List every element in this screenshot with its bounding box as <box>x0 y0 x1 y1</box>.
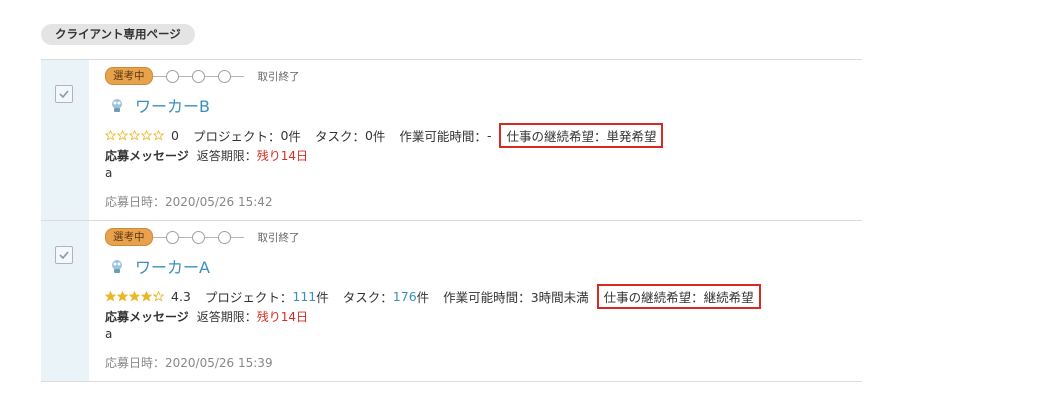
projects-label: プロジェクト： <box>192 128 281 144</box>
applied-datetime: 応募日時：2020/05/26 15:39 <box>105 354 273 371</box>
star-icon <box>141 129 152 141</box>
tasks-count: 0 <box>364 127 373 143</box>
status-badge: 選考中 <box>105 228 153 246</box>
client-only-page-label: クライアント専用ページ <box>41 24 195 45</box>
status-end-label: 取引終了 <box>257 231 300 244</box>
worker-stats: 4.3 プロジェクト： 111 件 タスク： 176 件 作業可能時間： 3時間… <box>105 283 761 309</box>
deadline-value: 残り14日 <box>256 309 309 324</box>
applied-label: 応募日時： <box>105 356 166 370</box>
star-icon <box>105 129 116 141</box>
deadline-label: 返答期限： <box>196 148 257 163</box>
worker-stats: 0 プロジェクト： 0 件 タスク： 0 件 作業可能時間： - 仕事の継続希望… <box>105 122 664 148</box>
step-connector <box>152 236 166 238</box>
worker-link[interactable]: ワーカーA <box>109 255 210 277</box>
step-circle <box>191 69 205 83</box>
step-connector <box>178 75 192 77</box>
worker-name[interactable]: ワーカーA <box>135 254 210 278</box>
status-badge: 選考中 <box>105 67 153 85</box>
available-time-label: 作業可能時間： <box>399 128 487 144</box>
applied-value: 2020/05/26 15:42 <box>165 195 273 209</box>
tasks-label: タスク： <box>342 289 393 305</box>
projects-count-link[interactable]: 111 <box>292 289 316 304</box>
step-circle <box>217 69 231 83</box>
status-steps: 選考中 取引終了 <box>105 228 300 246</box>
applied-label: 応募日時： <box>105 195 166 209</box>
select-checkbox[interactable] <box>55 246 73 264</box>
step-connector <box>230 236 244 238</box>
check-icon <box>59 251 69 260</box>
message-body: a <box>105 327 113 341</box>
rating-stars <box>105 129 165 141</box>
deadline-value: 残り14日 <box>256 148 309 163</box>
tasks-count-link[interactable]: 176 <box>393 289 417 304</box>
star-icon <box>141 290 152 302</box>
step-connector <box>204 75 218 77</box>
message-label: 応募メッセージ <box>105 148 189 163</box>
applicant-row: 選考中 取引終了 ワーカーA 4.3 プロジェクト： 111 件 タスク： 17… <box>41 220 862 382</box>
select-column <box>41 221 89 381</box>
avatar-icon <box>112 260 122 273</box>
projects-label: プロジェクト： <box>204 289 293 305</box>
star-icon <box>153 129 164 141</box>
tasks-unit: 件 <box>372 128 386 144</box>
applied-value: 2020/05/26 15:39 <box>165 356 273 370</box>
projects-unit: 件 <box>316 289 329 305</box>
select-checkbox[interactable] <box>55 85 73 103</box>
message-header: 応募メッセージ 返答期限： 残り14日 <box>105 146 308 164</box>
continuation-preference: 仕事の継続希望：単発希望 <box>499 122 664 148</box>
applicant-content: 選考中 取引終了 ワーカーB 0 プロジェクト： 0 件 タスク： 0 件 作業… <box>105 60 862 220</box>
star-icon <box>129 129 140 141</box>
message-header: 応募メッセージ 返答期限： 残り14日 <box>105 307 308 325</box>
step-connector <box>178 236 192 238</box>
step-connector <box>204 236 218 238</box>
projects-count: 0 <box>280 127 289 143</box>
message-body: a <box>105 166 113 180</box>
check-icon <box>59 90 69 99</box>
applicant-content: 選考中 取引終了 ワーカーA 4.3 プロジェクト： 111 件 タスク： 17… <box>105 221 862 381</box>
available-time-label: 作業可能時間： <box>443 289 531 305</box>
message-label: 応募メッセージ <box>105 309 189 324</box>
available-time-value: - <box>486 127 492 143</box>
star-icon <box>129 290 140 302</box>
select-column <box>41 60 89 220</box>
status-end-label: 取引終了 <box>257 70 300 83</box>
star-icon <box>153 290 164 302</box>
applicant-row: 選考中 取引終了 ワーカーB 0 プロジェクト： 0 件 タスク： 0 件 作業… <box>41 59 862 220</box>
applicant-list: 選考中 取引終了 ワーカーB 0 プロジェクト： 0 件 タスク： 0 件 作業… <box>41 59 862 382</box>
rating-stars <box>105 290 165 302</box>
step-connector <box>230 75 244 77</box>
step-circle <box>217 230 231 244</box>
star-icon <box>105 290 116 302</box>
continuation-preference: 仕事の継続希望：継続希望 <box>596 283 761 309</box>
rating-value: 0 <box>171 127 179 143</box>
avatar-icon <box>112 99 122 112</box>
step-circle <box>191 230 205 244</box>
tasks-label: タスク： <box>314 128 365 144</box>
star-icon <box>117 290 128 302</box>
step-circle <box>165 230 179 244</box>
status-steps: 選考中 取引終了 <box>105 67 300 85</box>
step-circle <box>165 69 179 83</box>
rating-value: 4.3 <box>171 288 191 304</box>
worker-link[interactable]: ワーカーB <box>109 94 210 116</box>
projects-unit: 件 <box>288 128 301 144</box>
applied-datetime: 応募日時：2020/05/26 15:42 <box>105 193 273 210</box>
available-time-value: 3時間未満 <box>530 289 589 305</box>
star-icon <box>117 129 128 141</box>
worker-name[interactable]: ワーカーB <box>135 93 210 117</box>
tasks-unit: 件 <box>416 289 430 305</box>
step-connector <box>152 75 166 77</box>
deadline-label: 返答期限： <box>196 309 257 324</box>
